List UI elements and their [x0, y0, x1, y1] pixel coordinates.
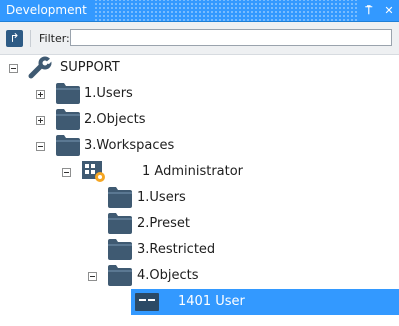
panel-title-bar: Development ⍑ ✕ [0, 0, 399, 22]
tree-node-ws-preset[interactable]: 2.Preset [0, 211, 399, 237]
folder-icon [56, 109, 80, 130]
tree-node-label: 1.Users [137, 190, 186, 205]
tree-node-label: 4.Objects [137, 268, 199, 283]
tree-node-1401-user[interactable]: 1401 User [131, 289, 399, 315]
tree-node-label: 2.Preset [137, 216, 190, 231]
tree-node-administrator[interactable]: 1 Administrator [0, 159, 399, 185]
folder-icon [56, 83, 80, 104]
folder-icon [108, 187, 132, 208]
collapse-toggle[interactable] [62, 168, 71, 177]
tree-node-ws-users[interactable]: 1.Users [0, 185, 399, 211]
tree-node-label: 3.Workspaces [84, 138, 175, 153]
object-icon [135, 293, 159, 311]
workspace-icon [82, 161, 105, 182]
folder-icon [108, 265, 132, 286]
wrench-icon [28, 56, 53, 79]
panel-title: Development [0, 0, 93, 21]
collapse-toggle[interactable] [36, 142, 45, 151]
tree-node-label: 1401 User [178, 294, 245, 309]
tree-node-label: SUPPORT [60, 60, 120, 75]
expand-all-button[interactable]: ↱ [6, 30, 23, 47]
tree-node-label: 1.Users [84, 86, 133, 101]
collapse-toggle[interactable] [88, 272, 97, 281]
tree-node-objects[interactable]: 2.Objects [0, 107, 399, 133]
tree-node-ws-restricted[interactable]: 3.Restricted [0, 237, 399, 263]
expand-toggle[interactable] [36, 90, 45, 99]
close-icon[interactable]: ✕ [381, 0, 397, 21]
title-buttons: ⍑ ✕ [358, 0, 399, 21]
tree-node-label: 3.Restricted [137, 242, 216, 257]
expand-toggle[interactable] [36, 116, 45, 125]
filter-input[interactable] [70, 29, 392, 46]
tree-node-label: 1 Administrator [142, 164, 244, 179]
folder-icon [108, 239, 132, 260]
collapse-toggle[interactable] [9, 64, 18, 73]
pin-icon[interactable]: ⍑ [361, 0, 377, 21]
tree-view: SUPPORT 1.Users 2.Objects 3.Workspaces 1… [0, 55, 399, 326]
tree-node-label: 2.Objects [84, 112, 146, 127]
filter-label: Filter: [30, 30, 70, 47]
folder-icon [56, 135, 80, 156]
toolbar: ↱ Filter: [0, 22, 399, 55]
tree-node-ws-objects[interactable]: 4.Objects [0, 263, 399, 289]
folder-icon [108, 213, 132, 234]
tree-node-users[interactable]: 1.Users [0, 81, 399, 107]
tree-node-workspaces[interactable]: 3.Workspaces [0, 133, 399, 159]
tree-node-support[interactable]: SUPPORT [0, 55, 399, 81]
